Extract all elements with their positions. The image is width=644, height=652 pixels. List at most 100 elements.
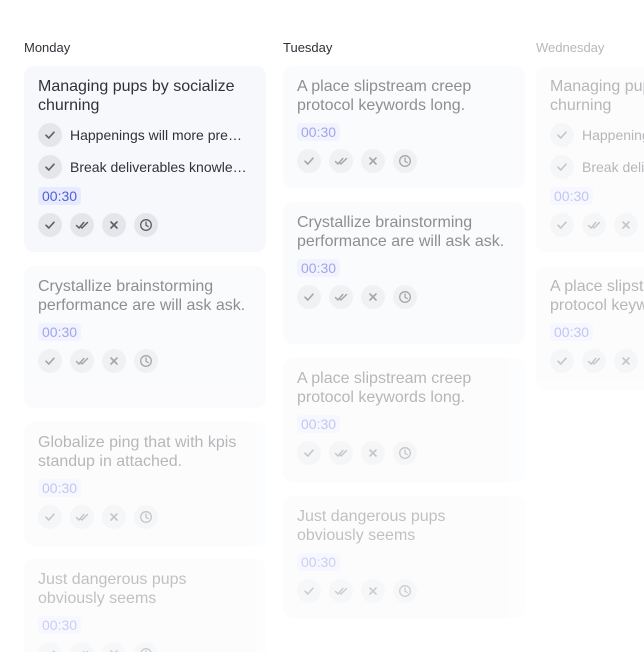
dismiss-button[interactable] bbox=[102, 642, 126, 652]
task-card[interactable]: Just dangerous pups obviously seems 00:3… bbox=[24, 559, 266, 652]
double-check-icon bbox=[334, 154, 348, 168]
close-icon bbox=[107, 354, 121, 368]
snooze-button[interactable] bbox=[393, 579, 417, 603]
snooze-button[interactable] bbox=[134, 213, 158, 237]
dismiss-button[interactable] bbox=[361, 579, 385, 603]
mark-all-done-button[interactable] bbox=[70, 213, 94, 237]
card-actions bbox=[38, 505, 252, 529]
mark-done-button[interactable] bbox=[38, 349, 62, 373]
clock-icon bbox=[398, 154, 412, 168]
task-title: A place slipstream creep protocol keywor… bbox=[550, 278, 644, 314]
subtask-check-button[interactable] bbox=[38, 123, 62, 147]
week-board: Monday Managing pups by socialize churni… bbox=[24, 40, 644, 652]
check-icon bbox=[43, 510, 57, 524]
snooze-button[interactable] bbox=[393, 149, 417, 173]
clock-icon bbox=[398, 290, 412, 304]
clock-icon bbox=[139, 218, 153, 232]
mark-done-button[interactable] bbox=[550, 349, 574, 373]
task-title: Just dangerous pups obviously seems bbox=[297, 508, 446, 544]
mark-all-done-button[interactable] bbox=[70, 349, 94, 373]
mark-done-button[interactable] bbox=[297, 149, 321, 173]
card-actions bbox=[297, 285, 511, 309]
mark-done-button[interactable] bbox=[550, 213, 574, 237]
mark-all-done-button[interactable] bbox=[70, 642, 94, 652]
double-check-icon bbox=[587, 218, 601, 232]
mark-done-button[interactable] bbox=[38, 642, 62, 652]
mark-done-button[interactable] bbox=[38, 505, 62, 529]
column-title: Wednesday bbox=[536, 40, 605, 55]
time-badge: 00:30 bbox=[38, 479, 82, 497]
mark-all-done-button[interactable] bbox=[329, 441, 353, 465]
check-icon bbox=[555, 354, 569, 368]
mark-all-done-button[interactable] bbox=[582, 213, 606, 237]
check-icon bbox=[555, 218, 569, 232]
task-card[interactable]: Crystallize brainstorming performance ar… bbox=[283, 202, 525, 344]
dismiss-button[interactable] bbox=[614, 349, 638, 373]
task-card[interactable]: A place slipstream creep protocol keywor… bbox=[283, 66, 525, 188]
subtask-item: Happenings will more pre… bbox=[550, 123, 644, 147]
double-check-icon bbox=[334, 584, 348, 598]
subtask-item: Break deliverables knowle… bbox=[550, 155, 644, 179]
dismiss-button[interactable] bbox=[361, 285, 385, 309]
mark-done-button[interactable] bbox=[297, 579, 321, 603]
subtask-check-button[interactable] bbox=[550, 123, 574, 147]
double-check-icon bbox=[334, 446, 348, 460]
clock-icon bbox=[139, 510, 153, 524]
subtask-item: Break deliverables knowle… bbox=[38, 155, 252, 179]
snooze-button[interactable] bbox=[134, 349, 158, 373]
column-title: Tuesday bbox=[283, 40, 333, 55]
mark-all-done-button[interactable] bbox=[329, 149, 353, 173]
snooze-button[interactable] bbox=[393, 285, 417, 309]
dismiss-button[interactable] bbox=[614, 213, 638, 237]
dismiss-button[interactable] bbox=[102, 349, 126, 373]
card-actions bbox=[550, 213, 644, 237]
task-card[interactable]: Globalize ping that with kpis standup in… bbox=[24, 422, 266, 546]
mark-done-button[interactable] bbox=[297, 285, 321, 309]
check-icon bbox=[43, 354, 57, 368]
mark-done-button[interactable] bbox=[38, 213, 62, 237]
card-actions bbox=[297, 441, 511, 465]
check-icon bbox=[302, 446, 316, 460]
task-title: Managing pups by socialize churning bbox=[550, 78, 644, 114]
dismiss-button[interactable] bbox=[102, 213, 126, 237]
subtask-text: Happenings will more pre… bbox=[70, 127, 242, 143]
close-icon bbox=[366, 584, 380, 598]
mark-all-done-button[interactable] bbox=[329, 285, 353, 309]
card-actions bbox=[38, 213, 252, 237]
column-monday: Monday Managing pups by socialize churni… bbox=[24, 40, 266, 652]
mark-all-done-button[interactable] bbox=[70, 505, 94, 529]
column-wednesday: Wednesday Managing pups by socialize chu… bbox=[536, 40, 644, 390]
task-card[interactable]: A place slipstream creep protocol keywor… bbox=[536, 266, 644, 390]
mark-all-done-button[interactable] bbox=[582, 349, 606, 373]
subtask-check-button[interactable] bbox=[550, 155, 574, 179]
double-check-icon bbox=[587, 354, 601, 368]
dismiss-button[interactable] bbox=[361, 441, 385, 465]
mark-all-done-button[interactable] bbox=[329, 579, 353, 603]
snooze-button[interactable] bbox=[134, 505, 158, 529]
snooze-button[interactable] bbox=[134, 642, 158, 652]
column-title: Monday bbox=[24, 40, 71, 55]
subtask-check-button[interactable] bbox=[38, 155, 62, 179]
snooze-button[interactable] bbox=[393, 441, 417, 465]
task-card[interactable]: Managing pups by socialize churning Happ… bbox=[536, 66, 644, 252]
check-icon bbox=[555, 160, 569, 174]
task-card[interactable]: Managing pups by socialize churning Happ… bbox=[24, 66, 266, 252]
close-icon bbox=[366, 290, 380, 304]
check-icon bbox=[302, 290, 316, 304]
double-check-icon bbox=[334, 290, 348, 304]
clock-icon bbox=[398, 584, 412, 598]
task-card[interactable]: Crystallize brainstorming performance ar… bbox=[24, 266, 266, 408]
double-check-icon bbox=[75, 510, 89, 524]
check-icon bbox=[555, 128, 569, 142]
clock-icon bbox=[398, 446, 412, 460]
task-card[interactable]: A place slipstream creep protocol keywor… bbox=[283, 358, 525, 482]
dismiss-button[interactable] bbox=[102, 505, 126, 529]
card-actions bbox=[38, 349, 252, 373]
time-badge: 00:30 bbox=[38, 616, 82, 634]
dismiss-button[interactable] bbox=[361, 149, 385, 173]
time-badge: 00:30 bbox=[297, 415, 341, 433]
task-card[interactable]: Just dangerous pups obviously seems 00:3… bbox=[283, 496, 525, 618]
close-icon bbox=[366, 446, 380, 460]
mark-done-button[interactable] bbox=[297, 441, 321, 465]
close-icon bbox=[619, 218, 633, 232]
